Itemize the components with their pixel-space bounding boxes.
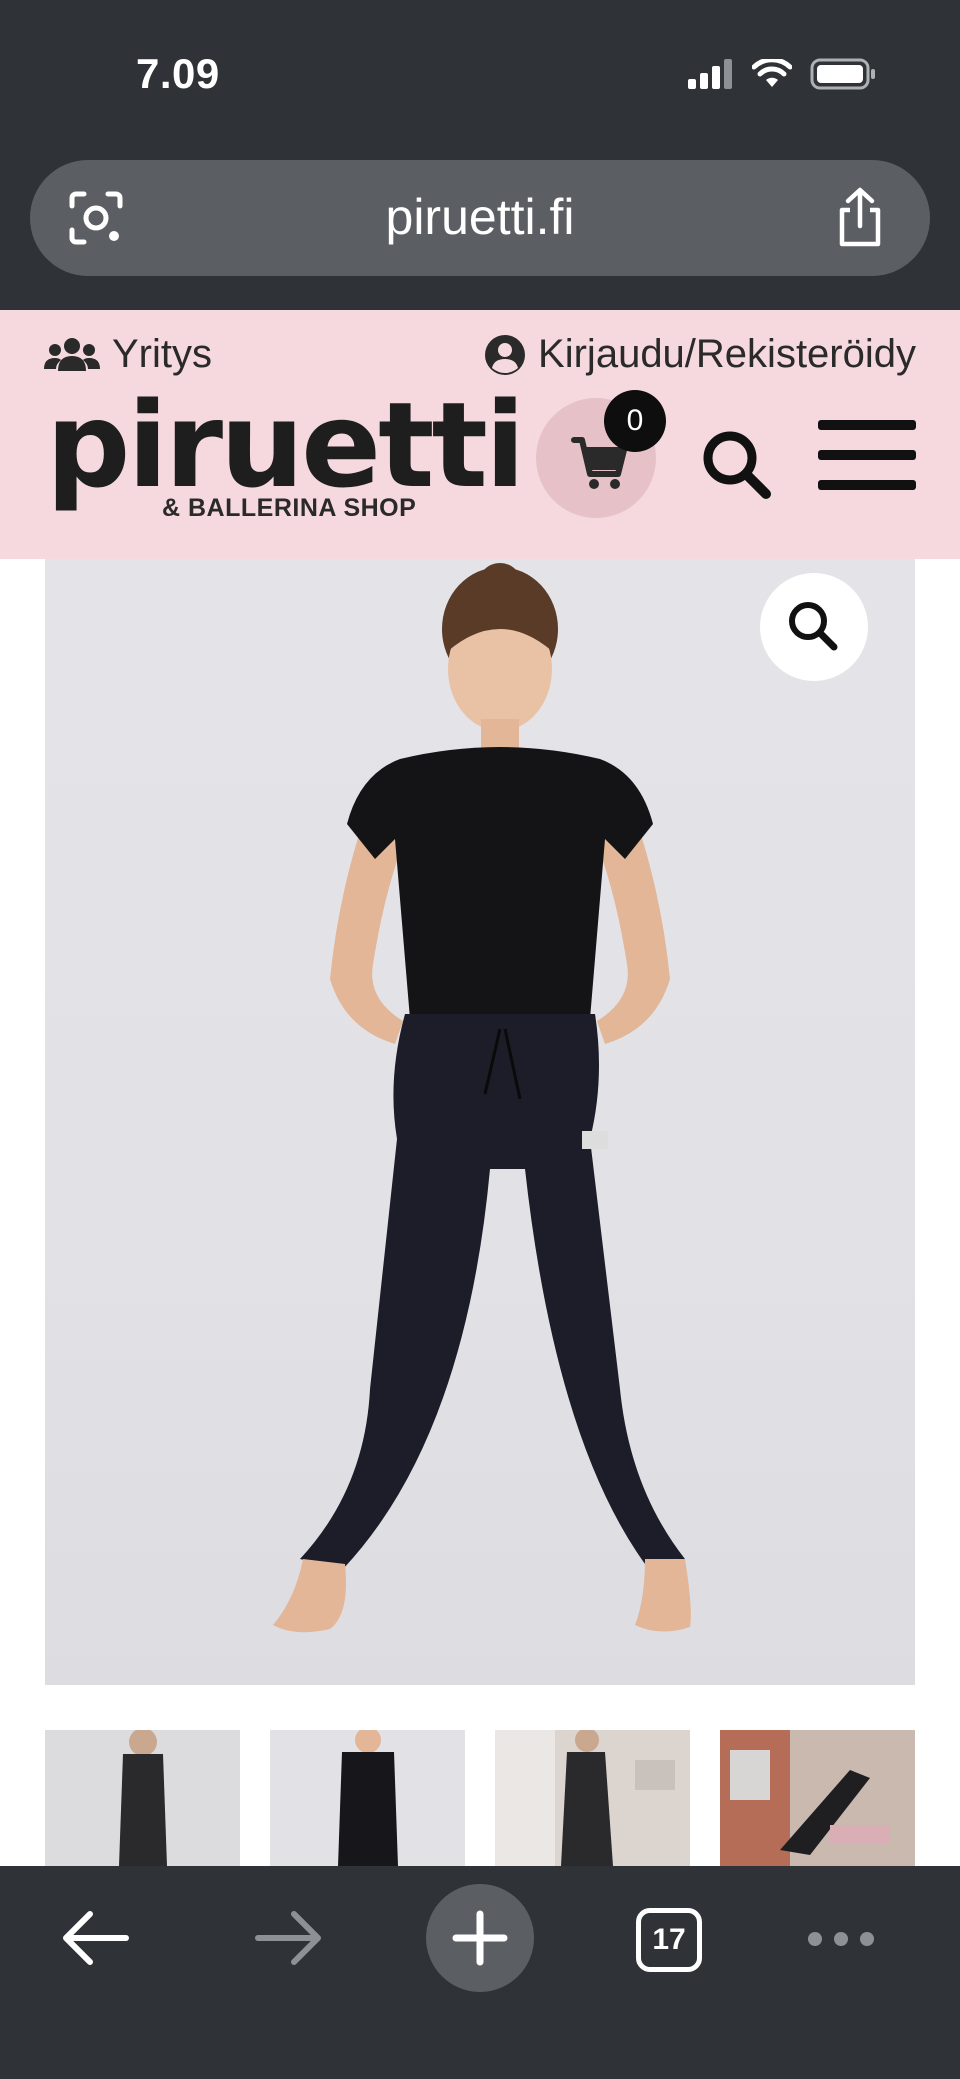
browser-top-bar: 7.09 piruetti.fi [0,0,960,310]
thumbnail-2[interactable] [270,1730,465,1866]
tabs-icon[interactable]: 17 [636,1908,702,1972]
product-thumbnails [45,1730,915,1866]
site-logo[interactable]: piruetti & BALLERINA SHOP [46,376,525,530]
users-icon [44,337,100,371]
back-arrow-icon[interactable] [56,1902,136,1974]
battery-icon [810,58,875,90]
plus-icon [452,1910,508,1966]
company-link[interactable]: Yritys [44,332,212,377]
thumbnail-4[interactable] [720,1730,915,1866]
company-link-label[interactable]: Yritys [112,332,212,377]
url-text[interactable]: piruetti.fi [30,188,930,246]
wifi-icon [752,59,792,87]
logo-tagline: & BALLERINA SHOP [162,494,417,522]
product-main-image[interactable] [45,559,915,1685]
user-circle-icon [485,334,526,375]
signal-icon [688,59,732,89]
login-register-label[interactable]: Kirjaudu/Rekisteröidy [538,332,916,377]
image-zoom-button[interactable] [760,573,868,681]
thumbnail-1[interactable] [45,1730,240,1866]
thumbnail-3[interactable] [495,1730,690,1866]
cart-count-badge[interactable]: 0 [604,390,666,452]
login-register-link[interactable]: Kirjaudu/Rekisteröidy [484,332,916,377]
new-tab-button[interactable] [426,1884,534,1992]
address-bar[interactable]: piruetti.fi [30,160,930,276]
browser-bottom-bar: 17 [0,1866,960,2079]
share-icon[interactable] [832,186,888,250]
more-dots-icon[interactable] [808,1932,874,1946]
search-icon[interactable] [698,426,776,504]
product-photo [273,563,691,1633]
status-icons [688,58,876,90]
hamburger-menu-icon[interactable] [818,420,916,490]
forward-arrow-icon[interactable] [248,1902,328,1974]
status-time: 7.09 [136,50,220,97]
site-header: Yritys Kirjaudu/Rekisteröidy piruetti & … [0,310,960,559]
zoom-icon [789,602,838,651]
